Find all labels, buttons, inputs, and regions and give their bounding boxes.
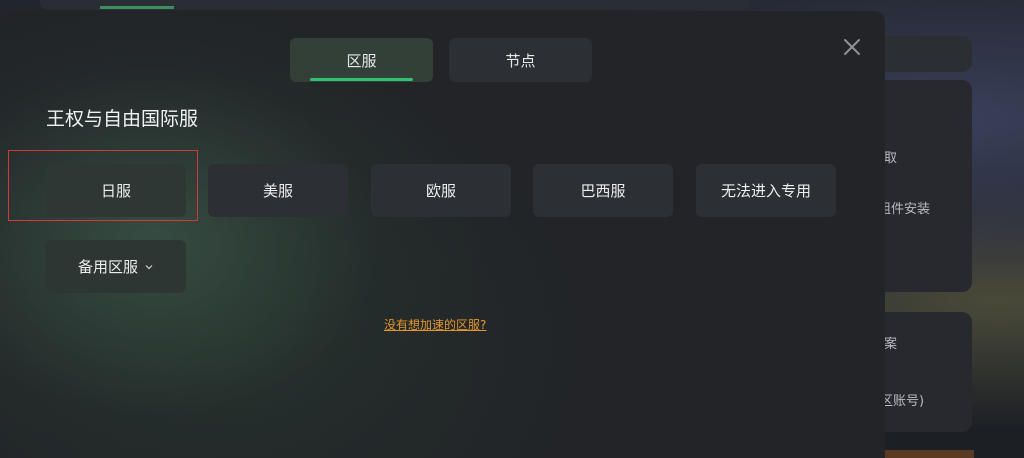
tab-region-label: 区服 bbox=[346, 51, 377, 70]
region-label: 美服 bbox=[262, 182, 293, 200]
tab-node[interactable]: 节点 bbox=[449, 38, 592, 82]
background-topbar-accent bbox=[100, 6, 174, 9]
backup-region-dropdown[interactable]: 备用区服 bbox=[46, 240, 186, 293]
region-button-br[interactable]: 巴西服 bbox=[533, 164, 673, 217]
region-label: 无法进入专用 bbox=[720, 182, 811, 200]
region-select-dialog: 区服 节点 王权与自由国际服 日服 美服 欧服 巴西服 无法进入专用 备用区服 bbox=[0, 11, 885, 458]
tab-node-label: 节点 bbox=[505, 51, 536, 70]
backup-region-label: 备用区服 bbox=[77, 258, 138, 276]
background-topbar bbox=[40, 0, 750, 10]
background-text: 案 bbox=[884, 337, 898, 352]
chevron-down-icon bbox=[145, 264, 153, 269]
game-title: 王权与自由国际服 bbox=[46, 108, 199, 130]
region-button-us[interactable]: 美服 bbox=[208, 164, 348, 217]
region-button-unable-enter[interactable]: 无法进入专用 bbox=[696, 164, 836, 217]
region-button-eu[interactable]: 欧服 bbox=[371, 164, 511, 217]
background-strip bbox=[884, 450, 974, 458]
region-button-jp[interactable]: 日服 bbox=[46, 164, 186, 217]
background-text: 组件安装 bbox=[878, 202, 931, 217]
region-label: 日服 bbox=[100, 182, 131, 200]
close-icon[interactable] bbox=[840, 35, 864, 59]
region-label: 欧服 bbox=[425, 182, 456, 200]
background-text: 区账号) bbox=[880, 394, 925, 409]
tab-region[interactable]: 区服 bbox=[290, 38, 433, 82]
missing-region-link[interactable]: 没有想加速的区服? bbox=[384, 316, 486, 333]
background-text: 取 bbox=[884, 151, 898, 166]
region-label: 巴西服 bbox=[580, 182, 626, 200]
tab-bar: 区服 节点 bbox=[290, 38, 592, 82]
